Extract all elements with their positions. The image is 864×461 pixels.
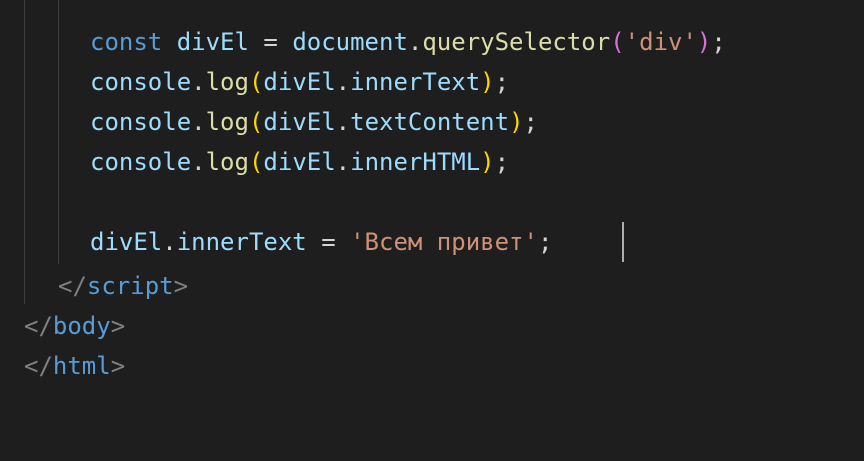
code-token: ; — [523, 108, 538, 136]
code-token: html — [52, 352, 111, 380]
code-token: ( — [248, 108, 264, 136]
code-token: log — [205, 148, 249, 176]
code-token: . — [162, 228, 177, 256]
code-line[interactable]: console.log(divEl.innerText); — [90, 62, 509, 102]
code-token: divEl — [263, 108, 336, 136]
code-token: . — [191, 108, 206, 136]
code-line[interactable]: </script> — [58, 266, 188, 306]
code-token: </ — [24, 352, 53, 380]
code-token: script — [86, 272, 174, 300]
code-line[interactable]: console.log(divEl.innerHTML); — [90, 142, 509, 182]
code-token: ( — [248, 68, 264, 96]
code-token: . — [191, 148, 206, 176]
code-token: 'div' — [624, 28, 697, 56]
code-token: console — [90, 108, 192, 136]
code-token: . — [335, 108, 351, 136]
code-token: body — [52, 312, 111, 340]
indent-guide-outer — [24, 0, 25, 304]
code-token: . — [191, 68, 206, 96]
code-token: 'Всем привет' — [350, 228, 538, 256]
code-token: console — [90, 68, 192, 96]
code-token: ( — [610, 28, 625, 56]
code-line[interactable]: const divEl = document.querySelector('di… — [90, 22, 726, 62]
code-token: ) — [509, 108, 524, 136]
code-token: . — [335, 68, 351, 96]
code-token: divEl — [176, 28, 249, 56]
code-token: divEl — [90, 228, 163, 256]
code-token: log — [205, 68, 249, 96]
indent-guide-inner — [58, 0, 59, 264]
code-token: > — [173, 272, 189, 300]
code-token: ; — [711, 28, 726, 56]
code-token: divEl — [263, 148, 336, 176]
code-line[interactable]: </html> — [24, 346, 125, 386]
code-token: textContent — [350, 108, 510, 136]
code-token: const — [90, 28, 163, 56]
code-token: ) — [480, 68, 495, 96]
code-token: ; — [494, 148, 510, 176]
code-token: ) — [696, 28, 712, 56]
code-token: = — [248, 28, 293, 56]
code-token: ( — [248, 148, 264, 176]
code-token: console — [90, 148, 192, 176]
code-token: = — [306, 228, 351, 256]
code-token: innerHTML — [350, 148, 481, 176]
code-token: log — [205, 108, 249, 136]
code-token: > — [110, 312, 126, 340]
code-token: </ — [24, 312, 53, 340]
code-token: querySelector — [422, 28, 611, 56]
code-token: ; — [537, 228, 553, 256]
code-token: ) — [480, 148, 495, 176]
code-token: ; — [494, 68, 510, 96]
code-line[interactable]: console.log(divEl.textContent); — [90, 102, 538, 142]
code-line[interactable]: </body> — [24, 306, 125, 346]
code-token: </ — [58, 272, 87, 300]
code-editor[interactable]: const divEl = document.querySelector('di… — [0, 0, 864, 461]
code-token: innerText — [176, 228, 307, 256]
code-token: . — [335, 148, 351, 176]
code-token: . — [407, 28, 423, 56]
text-cursor — [622, 222, 624, 262]
code-token: document — [292, 28, 408, 56]
code-token: > — [110, 352, 126, 380]
code-token: innerText — [350, 68, 481, 96]
code-line[interactable]: divEl.innerText = 'Всем привет'; — [90, 222, 552, 262]
code-token: divEl — [263, 68, 336, 96]
